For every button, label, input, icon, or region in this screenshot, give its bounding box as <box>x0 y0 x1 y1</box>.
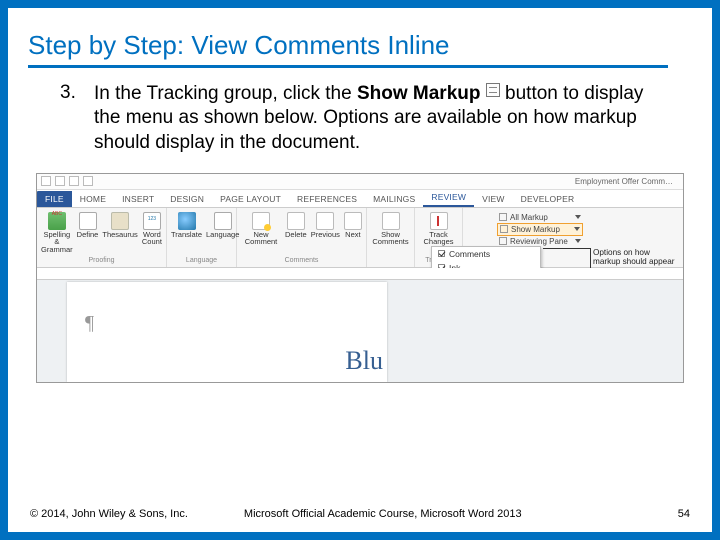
define-button[interactable]: Define <box>77 212 99 239</box>
page-icon <box>499 237 507 245</box>
ruler <box>37 268 683 280</box>
thesaurus-icon <box>111 212 129 230</box>
delete-comment-button[interactable]: Delete <box>285 212 307 239</box>
group-label-comments: Comments <box>241 257 362 265</box>
qat-customize-icon[interactable] <box>83 176 93 186</box>
next-comment-button[interactable]: Next <box>344 212 362 239</box>
group-label-proofing: Proofing <box>41 257 162 265</box>
group-label-language: Language <box>171 257 232 265</box>
track-changes-icon <box>430 212 448 230</box>
group-proofing: Spelling & Grammar Define Thesaurus Word… <box>37 208 167 267</box>
tab-home[interactable]: HOME <box>72 191 114 207</box>
word-count-button[interactable]: Word Count <box>142 212 162 246</box>
slide-footer: © 2014, John Wiley & Sons, Inc. Microsof… <box>28 502 692 522</box>
word-screenshot: Employment Offer Comm… FILE HOME INSERT … <box>36 173 684 383</box>
page-icon <box>500 225 508 233</box>
pilcrow-icon: ¶ <box>85 312 94 335</box>
tracking-panel: All Markup Show Markup Reviewing Pane <box>497 212 583 247</box>
translate-icon <box>178 212 196 230</box>
tab-review[interactable]: REVIEW <box>423 189 474 207</box>
quick-access-toolbar: Employment Offer Comm… <box>37 174 683 190</box>
qat-save-icon[interactable] <box>41 176 51 186</box>
page-icon <box>499 213 507 221</box>
word-count-icon <box>143 212 161 230</box>
tab-mailings[interactable]: MAILINGS <box>365 191 423 207</box>
tab-pagelayout[interactable]: PAGE LAYOUT <box>212 191 289 207</box>
qat-undo-icon[interactable] <box>55 176 65 186</box>
step-number: 3. <box>60 82 80 155</box>
group-comments: New Comment Delete Previous Next Comment… <box>237 208 367 267</box>
footer-course: Microsoft Official Academic Course, Micr… <box>244 508 522 520</box>
language-button[interactable]: Language <box>206 212 239 239</box>
tab-file[interactable]: FILE <box>37 191 72 207</box>
chevron-down-icon <box>575 239 581 243</box>
previous-icon <box>316 212 334 230</box>
slide-frame: Step by Step: View Comments Inline 3. In… <box>0 0 720 540</box>
previous-comment-button[interactable]: Previous <box>311 212 340 239</box>
document-page: ¶ Blu <box>67 282 387 382</box>
tab-developer[interactable]: DEVELOPER <box>513 191 583 207</box>
display-for-review-dropdown[interactable]: All Markup <box>497 212 583 223</box>
spellcheck-icon <box>48 212 66 230</box>
spelling-grammar-button[interactable]: Spelling & Grammar <box>41 212 73 254</box>
step-text: In the Tracking group, click the Show Ma… <box>94 82 654 155</box>
group-show-comments: Show Comments <box>367 208 415 267</box>
track-changes-button[interactable]: Track Changes <box>419 212 458 246</box>
qat-redo-icon[interactable] <box>69 176 79 186</box>
delete-icon <box>287 212 305 230</box>
tab-design[interactable]: DESIGN <box>162 191 212 207</box>
tab-references[interactable]: REFERENCES <box>289 191 365 207</box>
next-icon <box>344 212 362 230</box>
show-comments-button[interactable]: Show Comments <box>371 212 410 246</box>
document-text-preview: Blu <box>345 346 383 376</box>
footer-copyright: © 2014, John Wiley & Sons, Inc. <box>30 508 188 520</box>
language-icon <box>214 212 232 230</box>
show-markup-icon <box>486 83 500 97</box>
show-comments-icon <box>382 212 400 230</box>
footer-page-number: 54 <box>678 508 690 520</box>
chevron-down-icon <box>575 215 581 219</box>
define-icon <box>79 212 97 230</box>
tab-view[interactable]: VIEW <box>474 191 513 207</box>
translate-button[interactable]: Translate <box>171 212 202 239</box>
window-title: Employment Offer Comm… <box>575 177 679 186</box>
step-text-bold: Show Markup <box>357 83 481 104</box>
tab-insert[interactable]: INSERT <box>114 191 162 207</box>
show-markup-dropdown[interactable]: Show Markup <box>497 223 583 236</box>
document-canvas: ¶ Blu <box>37 268 683 382</box>
group-language: Translate Language Language <box>167 208 237 267</box>
slide-title: Step by Step: View Comments Inline <box>28 30 668 68</box>
checkmark-icon <box>438 250 445 257</box>
thesaurus-button[interactable]: Thesaurus <box>102 212 137 239</box>
new-comment-icon <box>252 212 270 230</box>
menu-item-comments[interactable]: Comments <box>432 247 540 261</box>
new-comment-button[interactable]: New Comment <box>241 212 281 246</box>
step-text-pre: In the Tracking group, click the <box>94 83 357 104</box>
chevron-down-icon <box>574 227 580 231</box>
step-item: 3. In the Tracking group, click the Show… <box>28 82 692 155</box>
ribbon-tabs: FILE HOME INSERT DESIGN PAGE LAYOUT REFE… <box>37 190 683 208</box>
